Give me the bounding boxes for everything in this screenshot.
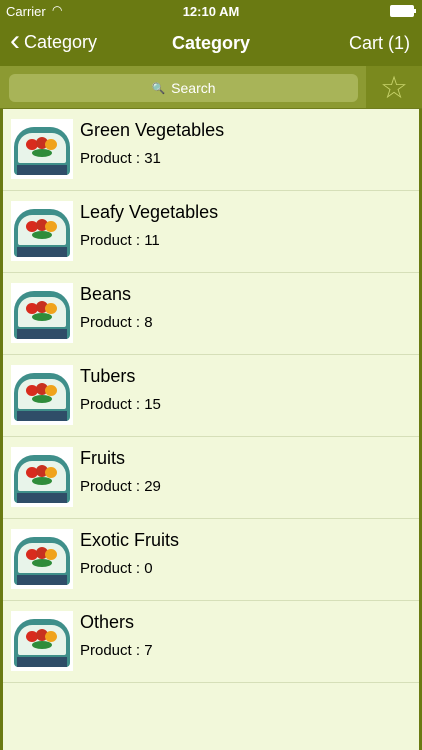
search-input[interactable]: 🔍 Search bbox=[9, 74, 358, 102]
category-name: Tubers bbox=[80, 366, 136, 386]
category-logo bbox=[11, 447, 73, 507]
category-name: Exotic Fruits bbox=[80, 530, 180, 550]
category-logo bbox=[11, 201, 73, 261]
search-bar: 🔍 Search ☆ bbox=[0, 66, 422, 109]
battery-icon bbox=[390, 5, 416, 17]
category-row[interactable]: Others Product : 7 bbox=[3, 601, 419, 683]
category-name: Others bbox=[80, 612, 135, 632]
product-count: Product : 31 bbox=[80, 150, 161, 167]
category-logo bbox=[11, 283, 73, 343]
search-placeholder: Search bbox=[171, 80, 216, 96]
category-name: Green Vegetables bbox=[80, 120, 225, 140]
category-row[interactable]: Green Vegetables Product : 31 bbox=[3, 109, 419, 191]
navigation-bar: ‹ Category Category Cart (1) bbox=[0, 22, 422, 66]
status-bar: Carrier ◠ 12:10 AM bbox=[0, 0, 422, 22]
category-logo bbox=[11, 611, 73, 671]
category-name: Beans bbox=[80, 284, 132, 304]
category-list: Green Vegetables Product : 31 Leafy Vege… bbox=[0, 109, 422, 750]
product-count: Product : 0 bbox=[80, 560, 153, 577]
product-count: Product : 7 bbox=[80, 642, 153, 659]
category-name: Fruits bbox=[80, 448, 125, 468]
category-row[interactable]: Fruits Product : 29 bbox=[3, 437, 419, 519]
category-logo bbox=[11, 119, 73, 179]
star-icon: ☆ bbox=[380, 70, 408, 105]
product-count: Product : 11 bbox=[80, 232, 160, 249]
category-row[interactable]: Exotic Fruits Product : 0 bbox=[3, 519, 419, 601]
category-name: Leafy Vegetables bbox=[80, 202, 219, 222]
product-count: Product : 15 bbox=[80, 396, 161, 413]
clock: 12:10 AM bbox=[182, 4, 240, 19]
search-icon: 🔍 bbox=[151, 82, 166, 95]
favorite-button[interactable]: ☆ bbox=[366, 66, 422, 108]
product-count: Product : 29 bbox=[80, 478, 161, 495]
category-logo bbox=[11, 365, 73, 425]
category-row[interactable]: Tubers Product : 15 bbox=[3, 355, 419, 437]
category-row[interactable]: Beans Product : 8 bbox=[3, 273, 419, 355]
category-row[interactable]: Leafy Vegetables Product : 11 bbox=[3, 191, 419, 273]
cart-button[interactable]: Cart (1) bbox=[349, 33, 410, 54]
product-count: Product : 8 bbox=[80, 314, 153, 331]
category-logo bbox=[11, 529, 73, 589]
